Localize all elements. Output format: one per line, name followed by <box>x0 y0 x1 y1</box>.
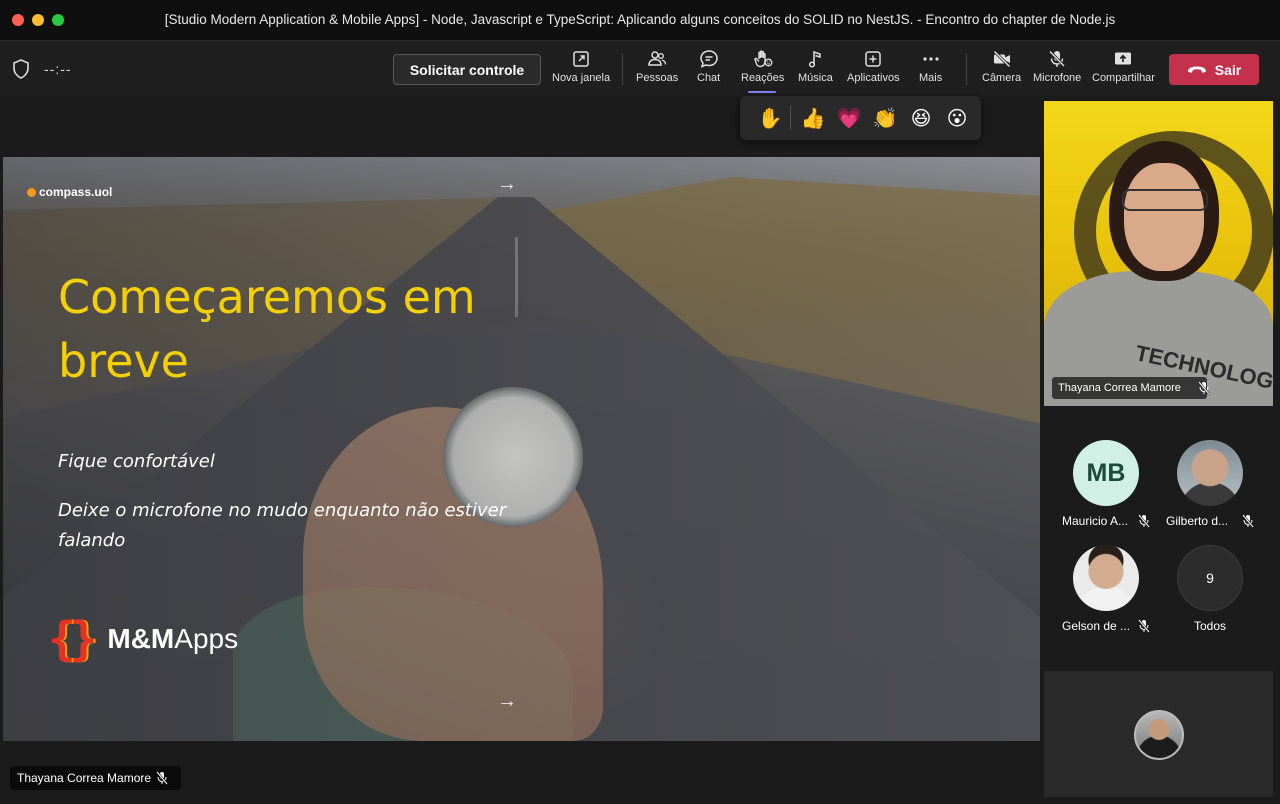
reactions-popup: ✋ 👍 💗 👏 😆 😮 <box>740 96 981 140</box>
hang-up-icon <box>1187 66 1206 73</box>
heart-reaction[interactable]: 💗 <box>831 100 867 136</box>
participant-avatar-gelson[interactable] <box>1073 545 1139 611</box>
slide-arrow-top: → <box>497 173 517 195</box>
participant-name-mauricio: Mauricio A... <box>1062 514 1129 528</box>
camera-label: Câmera <box>982 72 1022 84</box>
slide-title: Começaremos em breve <box>58 270 476 388</box>
more-dots-icon <box>923 57 939 61</box>
people-icon <box>648 51 667 66</box>
plus-box-icon <box>865 51 882 67</box>
speaker-face <box>1124 163 1204 271</box>
laugh-reaction[interactable]: 😆 <box>903 100 939 136</box>
surprised-reaction[interactable]: 😮 <box>939 100 975 136</box>
toolbar-divider <box>622 53 623 85</box>
speaker-name-tag: Thayana Correa Mamore <box>1052 377 1210 399</box>
view-all-participants-button[interactable]: 9 <box>1177 545 1243 611</box>
mic-off-icon <box>1049 50 1066 68</box>
self-avatar <box>1134 710 1184 760</box>
mic-off-icon <box>1198 381 1210 395</box>
people-button[interactable]: Pessoas <box>636 49 678 93</box>
microphone-button[interactable]: Microfone <box>1033 49 1081 93</box>
mic-off-icon <box>156 771 168 785</box>
popout-icon <box>573 51 589 67</box>
mic-off-icon <box>1242 514 1254 528</box>
shield-icon[interactable] <box>12 59 30 79</box>
braces-logo-icon: {} <box>48 612 97 666</box>
request-control-button[interactable]: Solicitar controle <box>393 54 541 85</box>
share-label: Compartilhar <box>1092 72 1155 84</box>
new-window-button[interactable]: Nova janela <box>552 49 610 93</box>
mm-apps-light: Apps <box>174 623 239 654</box>
meeting-toolbar: --:-- Solicitar controle Nova janela Pes… <box>0 40 1280 96</box>
new-window-label: Nova janela <box>552 72 611 84</box>
mm-apps-bold: M&M <box>107 623 175 654</box>
active-speaker-video[interactable]: TECHNOLOGY <box>1044 101 1273 406</box>
participant-name-gelson: Gelson de ... <box>1062 619 1131 633</box>
chat-button[interactable]: Chat <box>697 49 720 93</box>
shared-slide: compass.uol → → Começaremos em breve Fiq… <box>3 157 1040 741</box>
reaction-hand-icon <box>753 50 773 68</box>
compass-logo-dot-icon <box>27 187 36 197</box>
microphone-label: Microfone <box>1033 72 1082 84</box>
more-label: Mais <box>919 72 943 84</box>
reactions-divider <box>790 106 791 130</box>
chat-icon <box>699 50 718 68</box>
camera-off-icon <box>993 50 1011 68</box>
participant-name-gilberto: Gilberto d... <box>1166 514 1229 528</box>
speaker-name: Thayana Correa Mamore <box>1058 382 1181 394</box>
slide-line-1: Fique confortável <box>58 451 215 472</box>
more-button[interactable]: Mais <box>919 49 942 93</box>
mic-off-icon <box>1138 619 1150 633</box>
speaker-glasses <box>1122 189 1208 211</box>
chat-label: Chat <box>697 72 721 84</box>
mic-off-icon <box>1138 514 1150 528</box>
applause-reaction[interactable]: 👏 <box>867 100 903 136</box>
apps-button[interactable]: Aplicativos <box>847 49 900 93</box>
presenter-name: Thayana Correa Mamore <box>17 771 152 785</box>
like-reaction[interactable]: 👍 <box>795 100 831 136</box>
music-button[interactable]: Música <box>798 49 833 93</box>
raise-hand-reaction[interactable]: ✋ <box>752 100 788 136</box>
window-title: [Studio Modern Application & Mobile Apps… <box>164 12 1116 27</box>
leave-button[interactable]: Sair <box>1169 54 1259 85</box>
camera-button[interactable]: Câmera <box>982 49 1021 93</box>
reactions-active-indicator <box>748 91 776 93</box>
toolbar-divider <box>966 53 967 85</box>
reactions-button[interactable]: Reações <box>741 49 784 93</box>
music-label: Música <box>798 72 833 84</box>
presenter-name-tag: Thayana Correa Mamore <box>10 766 182 790</box>
slide-arrow-bottom: → <box>497 690 517 712</box>
leave-label: Sair <box>1214 61 1242 78</box>
mm-apps-logo: {} M&MApps <box>48 612 238 666</box>
window-title-bar: [Studio Modern Application & Mobile Apps… <box>0 0 1280 40</box>
compass-uol-logo: compass.uol <box>27 185 112 199</box>
view-all-label: Todos <box>1194 619 1227 633</box>
compass-logo-text: compass.uol <box>39 185 113 199</box>
mm-apps-wordmark: M&MApps <box>107 623 238 655</box>
share-button[interactable]: Compartilhar <box>1092 49 1155 93</box>
participant-avatar-mauricio[interactable]: MB <box>1073 440 1139 506</box>
apps-label: Aplicativos <box>847 72 900 84</box>
slide-line-2: Deixe o microfone no mudo enquanto não e… <box>58 500 507 551</box>
reactions-label: Reações <box>741 72 785 84</box>
participant-avatar-gilberto[interactable] <box>1177 440 1243 506</box>
people-label: Pessoas <box>636 72 679 84</box>
share-screen-icon <box>1115 52 1132 65</box>
music-note-icon <box>809 50 822 68</box>
meeting-timer: --:-- <box>44 61 72 77</box>
